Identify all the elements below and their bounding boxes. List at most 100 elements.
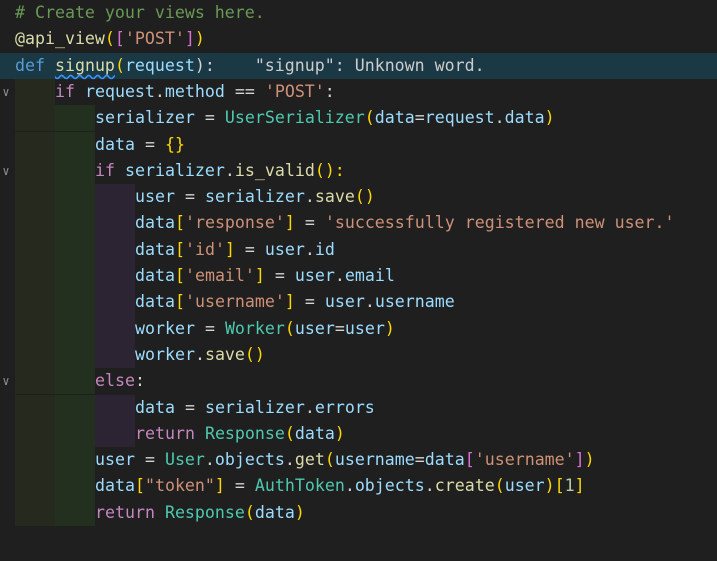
indent-guide bbox=[55, 131, 95, 158]
code-line-content: worker = Worker(user=user) bbox=[15, 315, 395, 342]
code-line[interactable]: worker = Worker(user=user) bbox=[0, 315, 717, 342]
code-line[interactable]: data["token"] = AuthToken.objects.create… bbox=[0, 473, 717, 500]
code-line-content: return Response(data) bbox=[15, 420, 345, 448]
code-line[interactable]: data = {} bbox=[0, 131, 717, 158]
code-line[interactable]: else: bbox=[0, 368, 717, 395]
code-token: request bbox=[124, 55, 195, 75]
indent-guide bbox=[55, 184, 95, 211]
code-token: [ bbox=[174, 266, 185, 285]
indent-guide bbox=[95, 315, 135, 342]
code-token: ] bbox=[214, 476, 225, 496]
code-line[interactable]: data['email'] = user.email bbox=[0, 263, 717, 290]
code-line[interactable]: # Create your views here. bbox=[0, 0, 717, 26]
indent-guide bbox=[55, 236, 95, 263]
code-token: username bbox=[374, 292, 455, 312]
code-token: (): bbox=[314, 160, 345, 180]
code-line-content: data['id'] = user.id bbox=[15, 236, 335, 263]
code-line-content: else: bbox=[15, 368, 145, 395]
code-line[interactable]: data['username'] = user.username bbox=[0, 289, 717, 316]
code-token: 'POST' bbox=[264, 81, 325, 101]
code-token: user bbox=[264, 239, 305, 259]
indent-guide bbox=[15, 210, 55, 237]
code-token: create bbox=[434, 476, 495, 496]
code-line[interactable]: return Response(data) bbox=[0, 420, 717, 448]
code-token: {} bbox=[164, 134, 185, 154]
code-line[interactable]: data = serializer.errors bbox=[0, 394, 717, 421]
indent-guide bbox=[55, 341, 95, 369]
code-token: = bbox=[414, 450, 425, 470]
code-line-content: return Response(data) bbox=[15, 499, 305, 526]
code-line[interactable]: data['response'] = 'successfully registe… bbox=[0, 210, 717, 237]
code-line[interactable]: serializer = UserSerializer(data=request… bbox=[0, 105, 717, 132]
code-token: ( bbox=[324, 450, 335, 470]
code-token: ) bbox=[294, 502, 305, 522]
code-token: = bbox=[174, 187, 205, 207]
code-token: id bbox=[314, 239, 335, 259]
code-token: = bbox=[294, 292, 325, 312]
code-line[interactable]: def signup(request): "signup": Unknown w… bbox=[0, 52, 717, 79]
code-token: 'response' bbox=[184, 213, 285, 233]
code-token: return bbox=[95, 502, 155, 522]
code-token: @api_view bbox=[15, 29, 105, 49]
code-token: user bbox=[294, 266, 335, 285]
indent-guide bbox=[15, 263, 55, 290]
code-token: 'username' bbox=[184, 292, 285, 312]
code-token: signup bbox=[54, 55, 115, 75]
code-line[interactable]: @api_view(['POST']) bbox=[0, 26, 717, 52]
code-token: [ bbox=[174, 213, 185, 233]
code-line-content: data = serializer.errors bbox=[15, 394, 375, 421]
code-token: = bbox=[194, 318, 225, 338]
code-token: 'email' bbox=[184, 266, 255, 285]
code-token: ] bbox=[574, 450, 585, 470]
code-line-content: # Create your views here. bbox=[15, 0, 265, 26]
code-line[interactable]: data['id'] = user.id bbox=[0, 236, 717, 263]
code-token: data bbox=[135, 239, 175, 259]
code-line-content: @api_view(['POST']) bbox=[15, 26, 205, 52]
code-line[interactable]: worker.save() bbox=[0, 341, 717, 369]
code-line[interactable]: user = User.objects.get(username=data['u… bbox=[0, 447, 717, 474]
code-editor[interactable]: ∨∨∨∨ # Create your views here.@api_view(… bbox=[0, 0, 717, 561]
code-token: # Create your views here. bbox=[15, 3, 265, 22]
code-token: email bbox=[344, 266, 395, 285]
code-token: else bbox=[95, 371, 135, 391]
code-token: . bbox=[284, 450, 295, 470]
code-token: data bbox=[254, 502, 295, 522]
code-token: user bbox=[294, 318, 335, 338]
code-token: ) bbox=[194, 29, 205, 49]
code-token: = bbox=[264, 266, 295, 285]
code-line-content: if request.method == 'POST': bbox=[15, 78, 335, 106]
indent-guide bbox=[95, 184, 135, 211]
code-token: if bbox=[95, 160, 115, 180]
code-token: serializer bbox=[95, 108, 195, 128]
indent-guide bbox=[15, 289, 55, 316]
code-line[interactable]: if serializer.is_valid(): bbox=[0, 157, 717, 185]
code-token: method bbox=[164, 81, 225, 101]
code-token: return bbox=[135, 423, 195, 443]
code-token: is_valid bbox=[234, 160, 315, 180]
code-token: = bbox=[224, 476, 255, 496]
indent-guide bbox=[15, 394, 55, 421]
code-token: data bbox=[135, 397, 175, 417]
code-token: "token" bbox=[144, 476, 215, 496]
code-token: if bbox=[55, 81, 75, 101]
code-token: serializer bbox=[124, 160, 225, 180]
code-token: Response bbox=[164, 502, 245, 522]
indent-guide bbox=[55, 105, 95, 132]
code-token: user bbox=[324, 292, 365, 312]
code-line[interactable]: return Response(data) bbox=[0, 499, 717, 526]
code-line[interactable]: if request.method == 'POST': bbox=[0, 78, 717, 106]
code-token: ( bbox=[284, 423, 295, 443]
code-token: . bbox=[334, 266, 345, 285]
code-token: ( bbox=[494, 476, 505, 496]
code-token: . bbox=[304, 239, 315, 259]
code-token: = bbox=[134, 450, 165, 470]
code-token: 1 bbox=[564, 476, 575, 496]
code-token: objects bbox=[214, 450, 285, 470]
code-token: : bbox=[324, 81, 335, 101]
code-token: serializer bbox=[204, 397, 305, 417]
code-line[interactable]: user = serializer.save() bbox=[0, 184, 717, 211]
code-token: . bbox=[364, 292, 375, 312]
code-token: . bbox=[204, 450, 215, 470]
indent-guide bbox=[15, 473, 55, 500]
